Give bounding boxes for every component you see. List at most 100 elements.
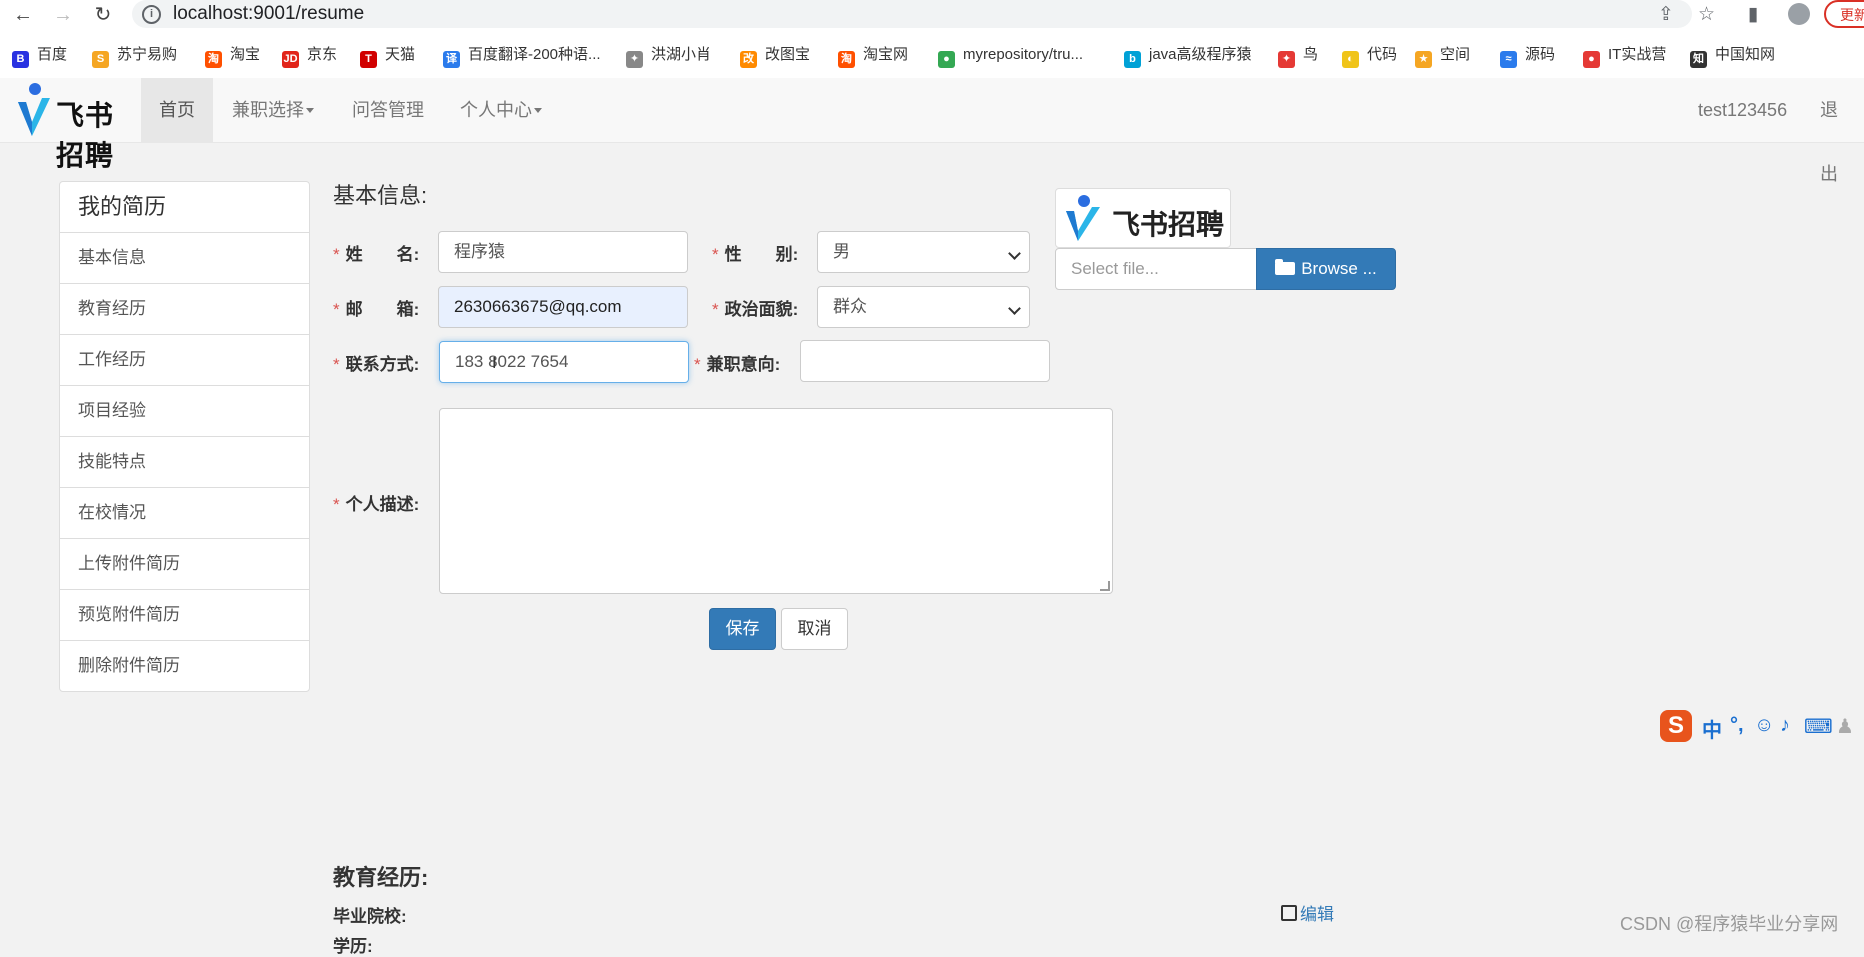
bookmark-item[interactable]: 改改图宝 — [740, 40, 810, 70]
bookmark-item[interactable]: B 百度 — [12, 40, 67, 70]
gender-select[interactable]: 男 — [817, 231, 1030, 273]
chrome-icon: ● — [938, 51, 955, 68]
ime-keyboard-icon[interactable]: ⌨ — [1804, 714, 1833, 739]
sidebar-item-education[interactable]: 教育经历 — [60, 284, 309, 335]
file-input[interactable]: Select file... — [1055, 248, 1257, 290]
logout-label: 退出 — [1820, 100, 1838, 184]
resume-sidebar: 我的简历 基本信息 教育经历 工作经历 项目经验 技能特点 在校情况 上传附件简… — [59, 181, 310, 692]
nav-parttime-dropdown[interactable]: 兼职选择 — [214, 78, 332, 142]
site-info-icon[interactable]: i — [142, 5, 161, 24]
politics-select[interactable]: 群众 — [817, 286, 1030, 328]
bookmark-item[interactable]: S 苏宁易购 — [92, 40, 177, 70]
resize-handle-icon[interactable] — [1100, 581, 1110, 591]
bookmark-label: 苏宁易购 — [117, 46, 178, 63]
nav-username[interactable]: test123456 — [1680, 78, 1805, 142]
browse-button[interactable]: Browse ... — [1256, 248, 1396, 290]
update-button[interactable]: 更新 — [1824, 0, 1864, 28]
cancel-button[interactable]: 取消 — [781, 608, 848, 650]
address-row: ← → ↻ i localhost:9001/resume ⇪ ☆ ▮ 更新 — [0, 0, 1864, 30]
reload-icon[interactable]: ↻ — [90, 2, 116, 28]
bookmark-label: 改图宝 — [765, 46, 811, 63]
description-textarea[interactable] — [439, 408, 1113, 594]
sidepanel-icon[interactable]: ▮ — [1748, 3, 1758, 26]
ime-voice-icon[interactable]: ♪ — [1780, 714, 1790, 737]
sidebar-item-delete-attachment[interactable]: 删除附件简历 — [60, 641, 309, 691]
name-label: * 姓 名: — [333, 240, 419, 265]
bookmark-label: myrepository/tru... — [963, 46, 1084, 63]
bookmark-item[interactable]: ✦ 洪湖小肖 — [626, 40, 711, 70]
fanyi-icon: 译 — [443, 51, 460, 68]
email-label-text: 邮 箱: — [345, 300, 420, 319]
taobao-icon: 淘 — [205, 51, 222, 68]
ime-chinese-mode-icon[interactable]: 中 — [1702, 714, 1722, 743]
sidebar-item-upload-attachment[interactable]: 上传附件简历 — [60, 539, 309, 590]
sidebar-item-work[interactable]: 工作经历 — [60, 335, 309, 386]
ime-punctuation-icon[interactable]: °, — [1730, 714, 1744, 737]
required-mark: * — [694, 355, 701, 374]
photo-preview: 飞书招聘 — [1055, 188, 1231, 248]
share-icon[interactable]: ⇪ — [1658, 3, 1674, 26]
qzone-icon: ★ — [1415, 51, 1432, 68]
bookmark-item[interactable]: ✦ 鸟 — [1278, 40, 1318, 70]
ime-user-icon[interactable]: ♟ — [1836, 714, 1854, 739]
brand-logo[interactable]: 飞书招聘 — [12, 78, 140, 171]
brand-name: 飞书招聘 — [56, 100, 115, 171]
required-mark: * — [333, 300, 340, 319]
bookmark-item[interactable]: ● IT实战营 — [1583, 40, 1666, 70]
sidebar-item-campus[interactable]: 在校情况 — [60, 488, 309, 539]
star-icon[interactable]: ☆ — [1698, 3, 1715, 26]
address-bar[interactable]: i localhost:9001/resume — [132, 0, 1692, 28]
logo-mark-icon — [1066, 195, 1100, 241]
email-input[interactable]: 2630663675@qq.com — [438, 286, 688, 328]
bookmark-item[interactable]: b java高级程序猿 — [1124, 40, 1252, 70]
forward-icon[interactable]: → — [50, 2, 76, 28]
ime-emoji-icon[interactable]: ☺ — [1754, 714, 1774, 737]
browse-label: Browse ... — [1301, 259, 1377, 278]
required-mark: * — [712, 300, 719, 319]
intent-label: * 兼职意向: — [694, 350, 780, 375]
back-icon[interactable]: ← — [10, 2, 36, 28]
code-icon: ◐ — [1342, 51, 1359, 68]
profile-avatar-icon[interactable] — [1788, 3, 1810, 25]
sogou-ime-icon[interactable]: S — [1660, 710, 1692, 742]
intent-input[interactable] — [800, 340, 1050, 382]
description-label: * 个人描述: — [333, 490, 419, 515]
bookmark-item[interactable]: ≈ 源码 — [1500, 40, 1555, 70]
save-button[interactable]: 保存 — [709, 608, 776, 650]
bookmark-item[interactable]: ● myrepository/tru... — [938, 40, 1083, 70]
bookmark-item[interactable]: 淘淘宝网 — [838, 40, 908, 70]
sidebar-item-preview-attachment[interactable]: 预览附件简历 — [60, 590, 309, 641]
bookmark-item[interactable]: T 天猫 — [360, 40, 415, 70]
bookmark-item[interactable]: ◐ 代码 — [1342, 40, 1397, 70]
bookmark-label: 京东 — [307, 46, 338, 63]
chevron-down-icon — [1008, 247, 1021, 260]
nav-logout[interactable]: 退出 — [1802, 78, 1864, 184]
chrome-red-icon: ● — [1583, 51, 1600, 68]
sidebar-item-skills[interactable]: 技能特点 — [60, 437, 309, 488]
edit-education-link[interactable]: 编辑 — [1281, 900, 1334, 925]
nav-profile-dropdown[interactable]: 个人中心 — [442, 78, 560, 142]
contact-input[interactable]: 183 8022 7654 — [439, 341, 689, 383]
name-input[interactable]: 程序猿 — [438, 231, 688, 273]
taobao-icon: 淘 — [838, 51, 855, 68]
bilibili-icon: b — [1124, 51, 1141, 68]
degree-label: 学历: — [333, 937, 373, 956]
school-label: 毕业院校: — [333, 907, 407, 926]
bookmark-item[interactable]: 译百度翻译-200种语... — [443, 40, 601, 70]
nav-qa[interactable]: 问答管理 — [334, 78, 442, 142]
url-text: localhost:9001/resume — [173, 3, 365, 24]
name-label-text: 姓 名: — [345, 245, 420, 264]
bookmark-label: 淘宝 — [230, 46, 261, 63]
fish-icon: ≈ — [1500, 51, 1517, 68]
sidebar-item-projects[interactable]: 项目经验 — [60, 386, 309, 437]
bookmark-item[interactable]: JD 京东 — [282, 40, 337, 70]
bookmark-label: 代码 — [1367, 46, 1398, 63]
nav-home[interactable]: 首页 — [141, 78, 213, 142]
ime-toolbar: S 中 °, ☺ ♪ ⌨ ♟ — [1660, 708, 1864, 746]
bookmark-item[interactable]: ★ 空间 — [1415, 40, 1470, 70]
bookmark-item[interactable]: 知中国知网 — [1690, 40, 1775, 70]
politics-label: * 政治面貌: — [712, 295, 798, 320]
sidebar-item-basic-info[interactable]: 基本信息 — [60, 233, 309, 284]
politics-label-text: 政治面貌: — [724, 300, 799, 319]
bookmark-item[interactable]: 淘淘宝 — [205, 40, 260, 70]
